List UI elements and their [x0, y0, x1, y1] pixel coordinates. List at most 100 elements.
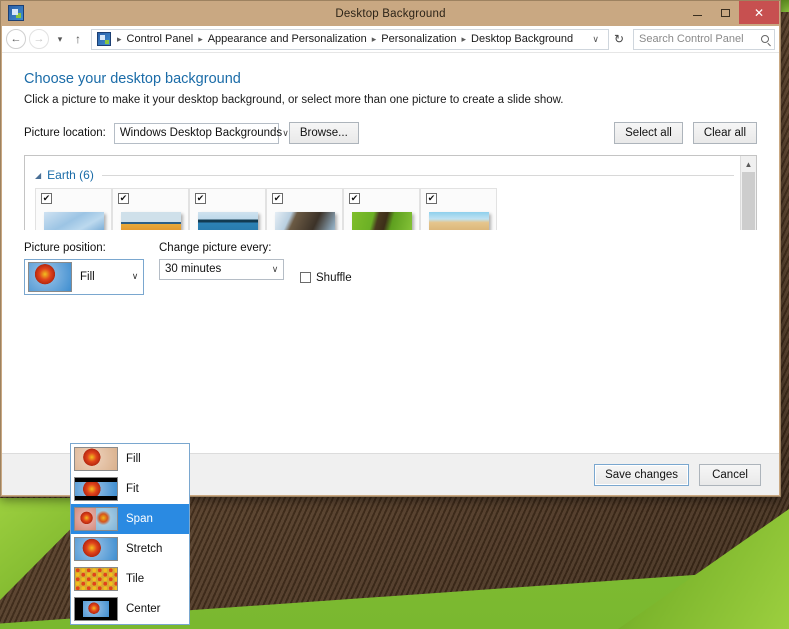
thumbnail-image-rocky-shoreline[interactable] [274, 211, 335, 230]
scrollbar-track[interactable] [741, 172, 756, 230]
page-body: Choose your desktop background Click a p… [2, 53, 779, 495]
picture-position-label: Picture position: [24, 241, 106, 254]
group-header-earth[interactable]: ◢ Earth (6) [35, 168, 734, 182]
thumbnail-image-ice-formation[interactable] [43, 211, 104, 230]
select-all-label: Select all [625, 127, 672, 139]
clear-all-button[interactable]: Clear all [692, 122, 757, 144]
breadcrumb-separator-icon: ▸ [461, 33, 467, 44]
picture-location-select[interactable]: Windows Desktop Backgrounds ∨ [113, 122, 289, 144]
collapse-icon[interactable]: ◢ [35, 171, 41, 180]
chevron-down-icon: ∨ [282, 127, 289, 138]
background-gallery: ◢ Earth (6) ✔ ✔ ✔ ✔ ✔ ✔ ▲ [24, 155, 757, 230]
thumbnail-cell[interactable]: ✔ [266, 188, 343, 230]
close-button[interactable]: ✕ [739, 1, 779, 24]
menu-item-label: Fit [126, 483, 139, 495]
thumbnail-cell[interactable]: ✔ [112, 188, 189, 230]
search-placeholder: Search Control Panel [639, 33, 744, 45]
thumbnail-checkbox[interactable]: ✔ [41, 193, 52, 204]
minimize-button[interactable] [683, 2, 711, 23]
browse-button[interactable]: Browse... [288, 122, 359, 144]
desktop-background-window: Desktop Background ✕ ← → ▾ ↑ ▸ Control P… [0, 0, 781, 497]
thumbnail-row-earth: ✔ ✔ ✔ ✔ ✔ ✔ [35, 188, 734, 230]
picture-position-dropdown-menu[interactable]: Fill Fit Span Stretch Tile Center [70, 443, 190, 625]
recent-locations-icon[interactable]: ▾ [52, 29, 68, 49]
page-title: Choose your desktop background [24, 71, 241, 87]
cancel-button[interactable]: Cancel [699, 463, 761, 486]
picture-location-row: Picture location: Windows Desktop Backgr… [24, 122, 757, 144]
browse-label: Browse... [299, 127, 348, 139]
breadcrumb-item-control-panel[interactable]: Control Panel [125, 33, 196, 45]
menu-item-span[interactable]: Span [71, 504, 189, 534]
thumbnail-checkbox[interactable]: ✔ [349, 193, 360, 204]
thumbnail-cell[interactable]: ✔ [189, 188, 266, 230]
stretch-preview-icon [74, 537, 118, 561]
menu-item-tile[interactable]: Tile [71, 564, 189, 594]
breadcrumb-item-desktop-background[interactable]: Desktop Background [469, 33, 575, 45]
personalization-icon [8, 5, 24, 21]
thumbnail-cell[interactable]: ✔ [420, 188, 497, 230]
select-all-button[interactable]: Select all [614, 122, 683, 144]
search-input[interactable]: Search Control Panel [633, 28, 775, 50]
center-preview-icon [74, 597, 118, 621]
maximize-button[interactable] [711, 2, 739, 23]
thumbnail-checkbox[interactable]: ✔ [426, 193, 437, 204]
scroll-up-icon[interactable]: ▲ [741, 156, 756, 172]
window-controls: ✕ [683, 1, 780, 26]
breadcrumb-separator-icon: ▸ [371, 33, 377, 44]
gallery-scrollbar[interactable]: ▲ ▼ [740, 156, 756, 230]
menu-item-fill[interactable]: Fill [71, 444, 189, 474]
window-title: Desktop Background [335, 7, 446, 20]
fit-preview-icon [74, 477, 118, 501]
back-button[interactable]: ← [6, 29, 26, 49]
shuffle-row[interactable]: Shuffle [300, 261, 352, 295]
change-picture-group: Change picture every: 30 minutes ∨ [159, 242, 284, 295]
save-changes-label: Save changes [605, 468, 678, 481]
shuffle-checkbox[interactable] [300, 272, 311, 283]
shuffle-label: Shuffle [316, 271, 352, 284]
forward-button[interactable]: → [29, 29, 49, 49]
thumbnail-image-blue-sea-island[interactable] [197, 211, 258, 230]
thumbnail-checkbox[interactable]: ✔ [118, 193, 129, 204]
thumbnail-image-green-field-road[interactable] [351, 211, 412, 230]
address-bar: ← → ▾ ↑ ▸ Control Panel ▸ Appearance and… [2, 26, 779, 53]
thumbnail-checkbox[interactable]: ✔ [272, 193, 283, 204]
breadcrumb[interactable]: ▸ Control Panel ▸ Appearance and Persona… [91, 28, 609, 50]
picture-position-select[interactable]: Fill ∨ [24, 258, 144, 295]
clear-all-label: Clear all [703, 127, 746, 139]
thumbnail-image-painted-hills[interactable] [120, 211, 181, 230]
breadcrumb-separator-icon: ▸ [198, 33, 203, 44]
address-dropdown-icon[interactable]: ∨ [586, 34, 605, 45]
thumbnail-cell[interactable]: ✔ [343, 188, 420, 230]
breadcrumb-item-personalization[interactable]: Personalization [379, 33, 458, 45]
gallery-groups: ◢ Earth (6) ✔ ✔ ✔ ✔ ✔ ✔ [25, 156, 740, 230]
picture-position-value: Fill [80, 270, 95, 283]
picture-location-label: Picture location: [24, 127, 106, 139]
menu-item-label: Fill [126, 453, 141, 465]
breadcrumb-item-appearance[interactable]: Appearance and Personalization [206, 33, 369, 45]
thumbnail-checkbox[interactable]: ✔ [195, 193, 206, 204]
title-bar: Desktop Background ✕ [1, 1, 780, 26]
thumbnail-cell[interactable]: ✔ [35, 188, 112, 230]
picture-position-preview-icon [28, 261, 72, 292]
cancel-label: Cancel [712, 468, 748, 481]
change-picture-select[interactable]: 30 minutes ∨ [159, 258, 284, 280]
chevron-down-icon: ∨ [131, 271, 139, 281]
span-preview-icon [74, 507, 118, 531]
scrollbar-thumb[interactable] [742, 172, 755, 230]
chevron-down-icon: ∨ [271, 263, 279, 274]
picture-location-value: Windows Desktop Backgrounds [119, 127, 283, 139]
menu-item-center[interactable]: Center [71, 594, 189, 624]
breadcrumb-root-icon [97, 32, 111, 46]
group-title-earth: Earth (6) [47, 168, 94, 182]
lower-controls: Picture position: Fill ∨ Change picture … [2, 230, 779, 295]
menu-item-label: Tile [126, 573, 145, 585]
page-content: Choose your desktop background Click a p… [2, 53, 779, 230]
thumbnail-image-sand-dune[interactable] [428, 211, 489, 230]
up-button[interactable]: ↑ [70, 29, 86, 49]
change-picture-value: 30 minutes [165, 263, 222, 275]
menu-item-stretch[interactable]: Stretch [71, 534, 189, 564]
change-picture-label: Change picture every: [159, 241, 272, 254]
refresh-icon[interactable]: ↻ [609, 32, 629, 46]
save-changes-button[interactable]: Save changes [594, 463, 689, 486]
menu-item-fit[interactable]: Fit [71, 474, 189, 504]
